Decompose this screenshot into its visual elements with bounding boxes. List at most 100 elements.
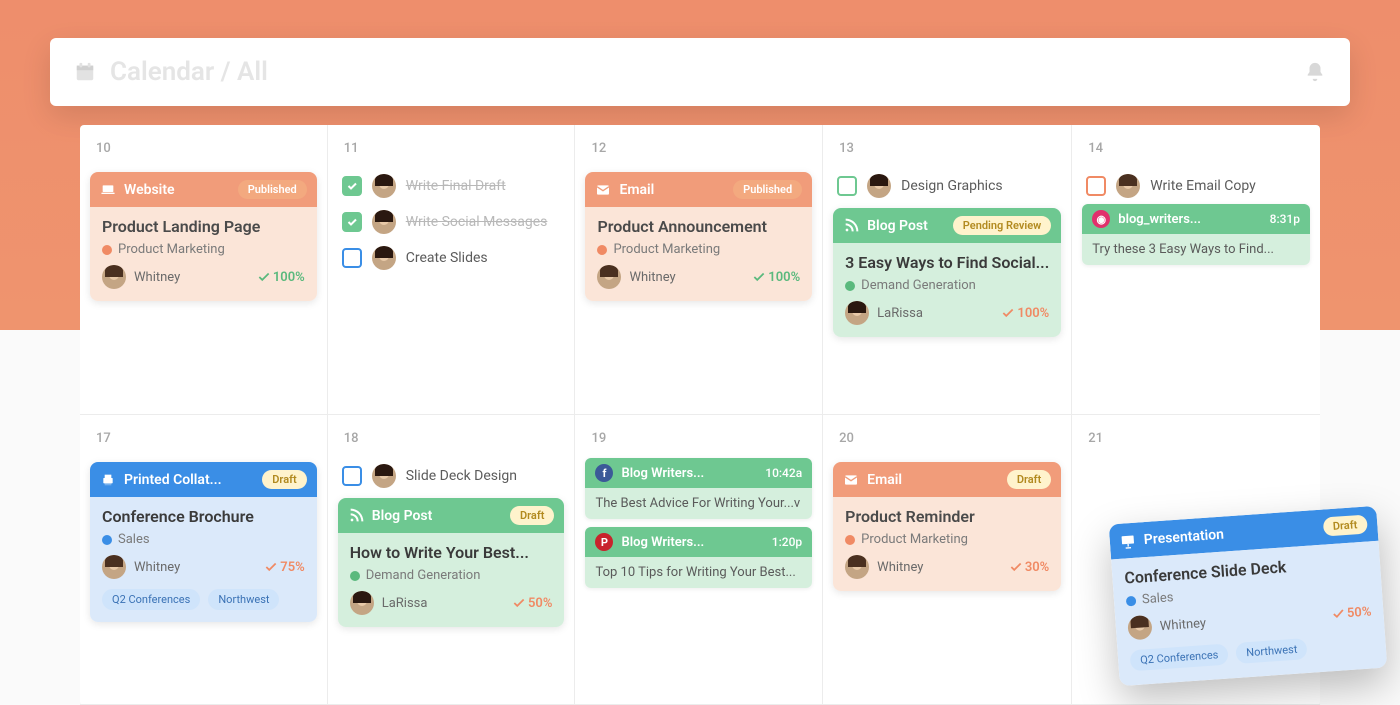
day-number: 20	[833, 427, 1061, 458]
tags-row: Q2 Conferences Northwest	[1130, 633, 1375, 671]
avatar	[845, 301, 869, 325]
status-badge: Published	[733, 180, 802, 199]
task-label: Slide Deck Design	[406, 468, 517, 484]
card-type: Presentation	[1143, 526, 1224, 548]
social-account: blog_writers...	[1118, 212, 1201, 227]
day-number: 11	[338, 137, 565, 168]
day-cell-13[interactable]: 13 Design Graphics Blog Post Pending Rev…	[823, 125, 1072, 415]
card-type: Email	[867, 472, 902, 488]
day-cell-17[interactable]: 17 Printed Collat... Draft Conference Br…	[80, 415, 328, 705]
social-time: 10:42a	[765, 466, 802, 480]
task-row[interactable]: Slide Deck Design	[338, 458, 565, 494]
card-title: Product Announcement	[597, 217, 800, 236]
day-cell-20[interactable]: 20 Email Draft Product Reminder Product …	[823, 415, 1072, 705]
card-blog-post[interactable]: Blog Post Pending Review 3 Easy Ways to …	[833, 208, 1061, 337]
checkbox-empty[interactable]	[1086, 176, 1106, 196]
day-number: 21	[1082, 427, 1310, 458]
card-header: Website Published	[90, 172, 317, 207]
progress: 75%	[264, 560, 304, 575]
status-badge: Draft	[262, 470, 306, 489]
task-label: Design Graphics	[901, 178, 1002, 194]
status-badge: Draft	[1322, 515, 1368, 537]
avatar	[1127, 615, 1153, 641]
dragging-card-presentation[interactable]: Presentation Draft Conference Slide Deck…	[1109, 506, 1388, 686]
envelope-icon	[843, 472, 859, 488]
card-tag: Demand Generation	[350, 568, 553, 583]
task-row[interactable]: Write Final Draft	[338, 168, 565, 204]
bell-icon[interactable]	[1304, 61, 1326, 83]
status-badge: Published	[238, 180, 307, 199]
card-title: 3 Easy Ways to Find Social...	[845, 253, 1049, 272]
pinterest-icon: P	[595, 533, 613, 551]
tag-chip[interactable]: Q2 Conferences	[102, 589, 200, 610]
avatar	[845, 555, 869, 579]
day-number: 13	[833, 137, 1061, 168]
task-label: Write Social Messages	[406, 214, 548, 230]
avatar	[1116, 174, 1140, 198]
day-cell-12[interactable]: 12 Email Published Product Announcement …	[575, 125, 823, 415]
avatar	[867, 174, 891, 198]
card-tag: Sales	[102, 532, 305, 547]
task-label: Write Email Copy	[1150, 178, 1256, 194]
checkbox-checked[interactable]	[342, 212, 362, 232]
avatar	[372, 210, 396, 234]
task-row[interactable]: Create Slides	[338, 240, 565, 276]
social-text: The Best Advice For Writing Your...v	[585, 488, 812, 519]
social-card-pinterest[interactable]: P Blog Writers... 1:20p Top 10 Tips for …	[585, 527, 812, 588]
social-time: 8:31p	[1270, 212, 1300, 226]
card-tag: Product Marketing	[102, 242, 305, 257]
social-card-instagram[interactable]: ◉ blog_writers... 8:31p Try these 3 Easy…	[1082, 204, 1310, 265]
checkbox-empty[interactable]	[342, 248, 362, 268]
avatar	[102, 555, 126, 579]
owner-name: Whitney	[1159, 607, 1323, 633]
day-number: 10	[90, 137, 317, 168]
card-header: Printed Collat... Draft	[90, 462, 317, 497]
day-cell-19[interactable]: 19 f Blog Writers... 10:42a The Best Adv…	[575, 415, 823, 705]
social-time: 1:20p	[772, 535, 802, 549]
owner-name: Whitney	[134, 270, 249, 285]
progress: 100%	[1001, 306, 1049, 321]
card-header: Blog Post Pending Review	[833, 208, 1061, 243]
avatar	[372, 246, 396, 270]
checkbox-empty[interactable]	[342, 466, 362, 486]
task-row[interactable]: Write Email Copy	[1082, 168, 1310, 204]
day-cell-18[interactable]: 18 Slide Deck Design Blog Post Draft How…	[328, 415, 576, 705]
rss-icon	[348, 508, 364, 524]
card-title: How to Write Your Best...	[350, 543, 553, 562]
card-blog-post[interactable]: Blog Post Draft How to Write Your Best..…	[338, 498, 565, 627]
instagram-icon: ◉	[1092, 210, 1110, 228]
tag-chip[interactable]: Northwest	[1236, 638, 1308, 664]
card-printed-collateral[interactable]: Printed Collat... Draft Conference Broch…	[90, 462, 317, 622]
checkbox-checked[interactable]	[342, 176, 362, 196]
card-type: Printed Collat...	[124, 472, 222, 488]
task-row[interactable]: Write Social Messages	[338, 204, 565, 240]
card-email[interactable]: Email Draft Product Reminder Product Mar…	[833, 462, 1061, 591]
card-header: Email Published	[585, 172, 812, 207]
card-website[interactable]: Website Published Product Landing Page P…	[90, 172, 317, 301]
tag-chip[interactable]: Northwest	[208, 589, 279, 610]
social-card-facebook[interactable]: f Blog Writers... 10:42a The Best Advice…	[585, 458, 812, 519]
day-number: 14	[1082, 137, 1310, 168]
owner-name: Whitney	[877, 560, 1001, 575]
owner-name: LaRissa	[382, 596, 504, 611]
progress: 50%	[1330, 604, 1371, 622]
day-cell-10[interactable]: 10 Website Published Product Landing Pag…	[80, 125, 328, 415]
day-cell-14[interactable]: 14 Write Email Copy ◉ blog_writers... 8:…	[1072, 125, 1320, 415]
laptop-icon	[100, 182, 116, 198]
top-bar: Calendar / All	[50, 38, 1350, 106]
card-email[interactable]: Email Published Product Announcement Pro…	[585, 172, 812, 301]
card-type: Email	[619, 182, 654, 198]
day-number: 17	[90, 427, 317, 458]
card-tag: Demand Generation	[845, 278, 1049, 293]
task-row[interactable]: Design Graphics	[833, 168, 1061, 204]
page-title: Calendar / All	[110, 57, 1304, 87]
checkbox-empty[interactable]	[837, 176, 857, 196]
social-text: Top 10 Tips for Writing Your Best...	[585, 557, 812, 588]
avatar	[597, 265, 621, 289]
progress: 100%	[752, 270, 800, 285]
presentation-icon	[1119, 532, 1136, 549]
card-tag: Product Marketing	[597, 242, 800, 257]
day-cell-11[interactable]: 11 Write Final Draft Write Social Messag…	[328, 125, 576, 415]
card-type: Website	[124, 182, 175, 198]
tag-chip[interactable]: Q2 Conferences	[1130, 644, 1230, 672]
